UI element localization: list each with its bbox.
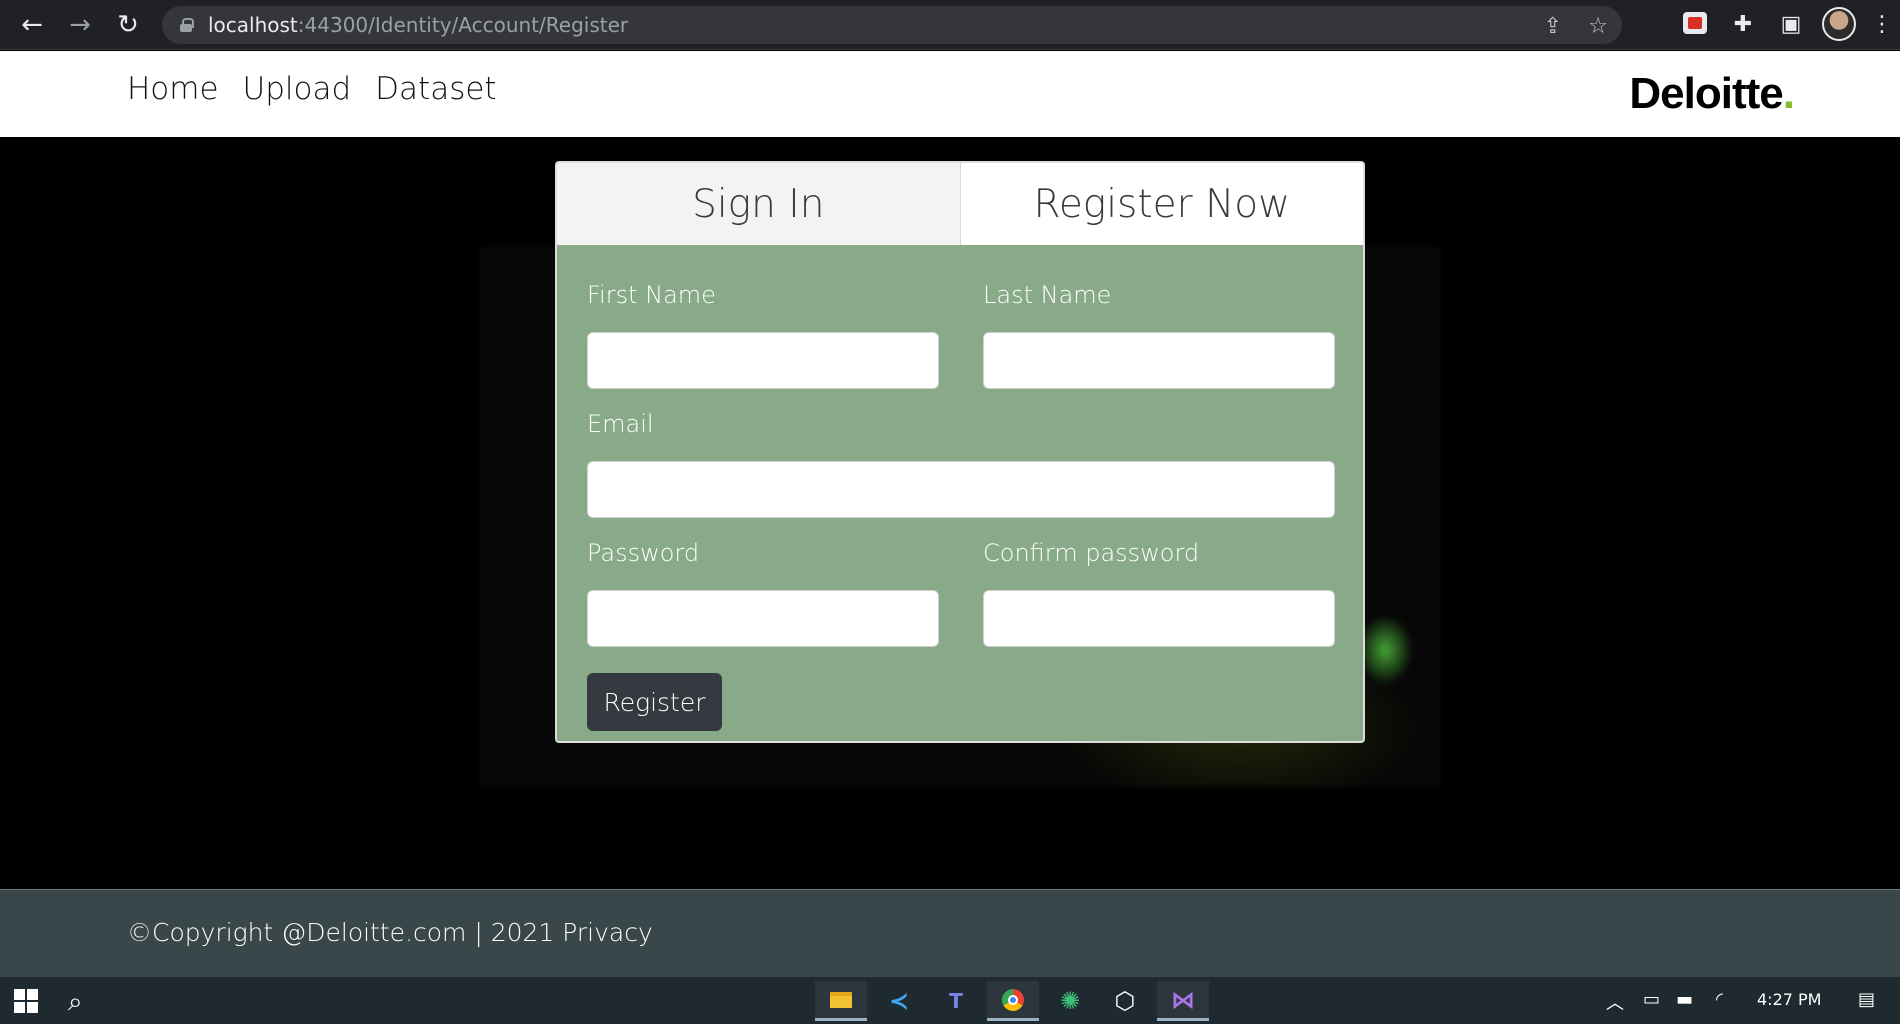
battery-icon[interactable]: ▬ [1676, 989, 1693, 1010]
first-name-field[interactable] [587, 332, 939, 389]
visual-studio-icon[interactable]: ⋈ [1157, 981, 1209, 1021]
url-host: localhost [208, 13, 298, 37]
last-name-label: Last Name [983, 281, 1112, 309]
last-name-field[interactable] [983, 332, 1335, 389]
search-icon[interactable]: ⌕ [68, 987, 83, 1018]
email-label: Email [587, 410, 654, 438]
menu-kebab-icon[interactable]: ⋮ [1871, 9, 1893, 39]
chrome-icon[interactable] [987, 981, 1039, 1021]
taskbar-clock[interactable]: 4:27 PM [1757, 990, 1821, 1009]
register-button[interactable]: Register [587, 673, 722, 731]
share-icon[interactable]: ⇪ [1544, 14, 1562, 39]
extension-red-icon[interactable] [1683, 12, 1707, 34]
spider-icon[interactable]: ✺ [1044, 981, 1096, 1021]
tab-register-now[interactable]: Register Now [960, 163, 1363, 245]
auth-tabs: Sign In Register Now [557, 163, 1363, 245]
site-header: Home Upload Dataset Deloitte. [0, 51, 1900, 137]
confirm-password-field[interactable] [983, 590, 1335, 647]
address-bar[interactable]: localhost:44300/Identity/Account/Registe… [162, 6, 1622, 44]
browser-toolbar: ← → ↻ localhost:44300/Identity/Account/R… [0, 0, 1900, 50]
reload-icon[interactable]: ↻ [110, 7, 146, 43]
auth-card: Sign In Register Now First Name Last Nam… [555, 161, 1365, 743]
windows-start-icon[interactable] [14, 989, 38, 1013]
forward-icon[interactable]: → [62, 7, 98, 43]
extensions-puzzle-icon[interactable]: ✚ [1728, 9, 1758, 39]
password-label: Password [587, 539, 700, 567]
virtualbox-icon[interactable]: ⬡ [1099, 981, 1151, 1021]
site-nav: Home Upload Dataset [127, 71, 497, 107]
tray-chevron-icon[interactable]: ︿ [1606, 989, 1624, 1015]
first-name-label: First Name [587, 281, 716, 309]
profile-avatar[interactable] [1822, 7, 1856, 41]
teams-icon[interactable]: T [930, 981, 982, 1021]
side-panel-icon[interactable]: ▣ [1776, 9, 1806, 39]
camera-icon[interactable]: ▭ [1643, 989, 1660, 1010]
password-field[interactable] [587, 590, 939, 647]
back-icon[interactable]: ← [14, 7, 50, 43]
main-content: Sign In Register Now First Name Last Nam… [0, 137, 1900, 889]
nav-upload[interactable]: Upload [243, 71, 352, 107]
lock-icon [180, 18, 194, 32]
nav-dataset[interactable]: Dataset [375, 71, 496, 107]
bookmark-star-icon[interactable]: ☆ [1588, 14, 1608, 39]
site-footer: ©Copyright @Deloitte.com | 2021 Privacy [0, 889, 1900, 977]
email-field[interactable] [587, 461, 1335, 518]
file-explorer-icon[interactable] [815, 981, 867, 1021]
tab-sign-in[interactable]: Sign In [557, 163, 961, 245]
footer-copyright: ©Copyright @Deloitte.com | 2021 Privacy [127, 918, 653, 947]
nav-home[interactable]: Home [127, 71, 219, 107]
vscode-icon[interactable]: ≺ [873, 981, 925, 1021]
os-taskbar: ⌕ ≺ T ✺ ⬡ ⋈ ︿ ▭ ▬ ◜ 4:27 PM ▤ [0, 977, 1900, 1024]
notifications-icon[interactable]: ▤ [1858, 989, 1875, 1010]
confirm-password-label: Confirm password [983, 539, 1200, 567]
url-path: :44300/Identity/Account/Register [297, 13, 629, 37]
brand-name: Deloitte [1629, 69, 1783, 118]
wifi-icon[interactable]: ◜ [1716, 989, 1723, 1010]
brand-logo[interactable]: Deloitte. [1629, 69, 1795, 119]
brand-dot: . [1782, 69, 1795, 118]
